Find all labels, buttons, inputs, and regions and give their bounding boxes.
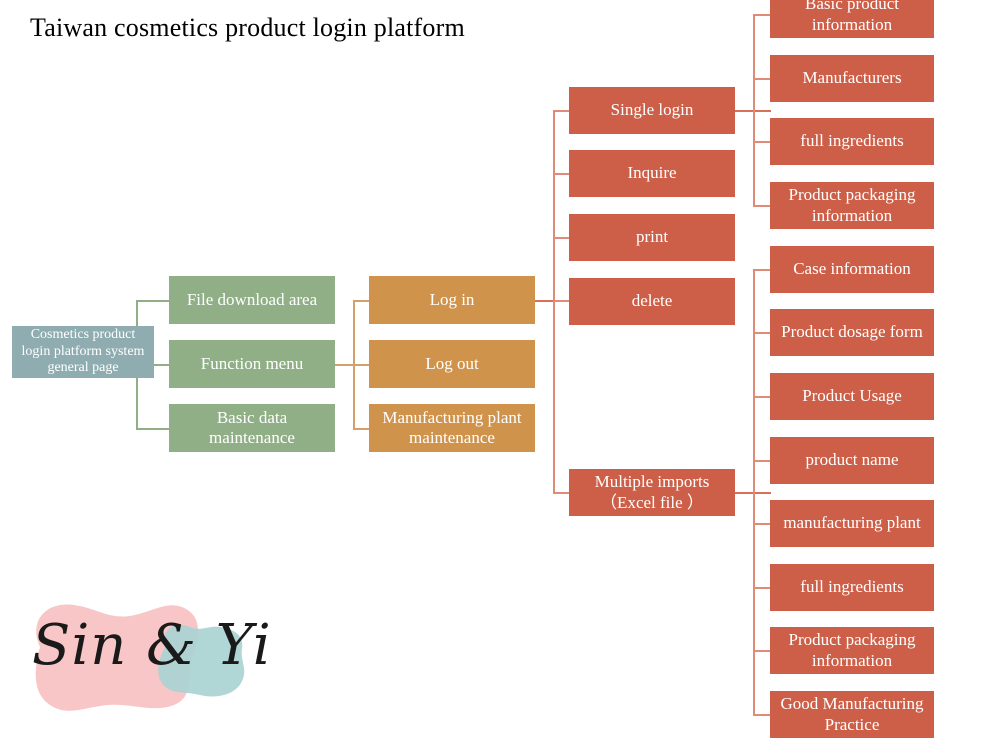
connector-col4bottom-branch-4 (753, 523, 771, 525)
node-inquire[interactable]: Inquire (569, 150, 735, 197)
node-product-usage[interactable]: Product Usage (770, 373, 934, 420)
node-case-information[interactable]: Case information (770, 246, 934, 293)
node-manufacturing-plant-maintenance[interactable]: Manufacturing plant maintenance (369, 404, 535, 452)
node-product-name[interactable]: product name (770, 437, 934, 484)
connector-col3-branch-0 (553, 110, 570, 112)
node-log-out[interactable]: Log out (369, 340, 535, 388)
node-full-ingredients-top[interactable]: full ingredients (770, 118, 934, 165)
node-multiple-imports[interactable]: Multiple imports （Excel file ） (569, 469, 735, 516)
connector-col4top-branch-1 (753, 78, 771, 80)
node-manufacturers[interactable]: Manufacturers (770, 55, 934, 102)
connector-col4bottom-branch-3 (753, 460, 771, 462)
connector-col2-branch-1 (353, 364, 370, 366)
connector-col4bottom-branch-0 (753, 269, 771, 271)
node-product-packaging-information-top[interactable]: Product packaging information (770, 182, 934, 229)
node-good-manufacturing-practice[interactable]: Good Manufacturing Practice (770, 691, 934, 738)
connector-col1-branch-0 (136, 300, 170, 302)
node-file-download-area[interactable]: File download area (169, 276, 335, 324)
node-print[interactable]: print (569, 214, 735, 261)
node-product-dosage-form[interactable]: Product dosage form (770, 309, 934, 356)
connector-col4top-branch-2 (753, 141, 771, 143)
node-full-ingredients-bottom[interactable]: full ingredients (770, 564, 934, 611)
connector-col4bottom-branch-2 (753, 396, 771, 398)
connector-col4bottom-branch-5 (753, 587, 771, 589)
node-single-login[interactable]: Single login (569, 87, 735, 134)
connector-col4bottom-branch-1 (753, 332, 771, 334)
connector-col4bottom-spine (753, 269, 755, 715)
connector-col2-branch-0 (353, 300, 370, 302)
node-function-menu[interactable]: Function menu (169, 340, 335, 388)
connector-col4top-branch-3 (753, 205, 771, 207)
connector-col4top-spine (753, 14, 755, 206)
node-basic-data-maintenance[interactable]: Basic data maintenance (169, 404, 335, 452)
connector-col4bottom-branch-6 (753, 650, 771, 652)
node-root[interactable]: Cosmetics product login platform system … (12, 326, 154, 378)
connector-col3-branch-2 (553, 237, 570, 239)
connector-col1-branch-2 (136, 428, 170, 430)
connector-col3-branch-3 (553, 300, 570, 302)
brand-logo: Sin & Yi (8, 585, 271, 730)
connector-col2-branch-2 (353, 428, 370, 430)
diagram-canvas: Taiwan cosmetics product login platform … (0, 0, 986, 738)
node-basic-product-information[interactable]: Basic product information (770, 0, 934, 38)
node-log-in[interactable]: Log in (369, 276, 535, 324)
node-multiple-imports-line1: Multiple imports (594, 472, 710, 492)
connector-col4top-branch-0 (753, 14, 771, 16)
connector-col3-branch-1 (553, 173, 570, 175)
connector-col4bottom-branch-7 (753, 714, 771, 716)
page-title: Taiwan cosmetics product login platform (30, 13, 465, 42)
node-delete[interactable]: delete (569, 278, 735, 325)
connector-col3-branch-4 (553, 492, 570, 494)
node-manufacturing-plant[interactable]: manufacturing plant (770, 500, 934, 547)
node-product-packaging-information-bottom[interactable]: Product packaging information (770, 627, 934, 674)
logo-text: Sin & Yi (32, 613, 272, 678)
node-multiple-imports-line2: （Excel file ） (600, 492, 704, 512)
